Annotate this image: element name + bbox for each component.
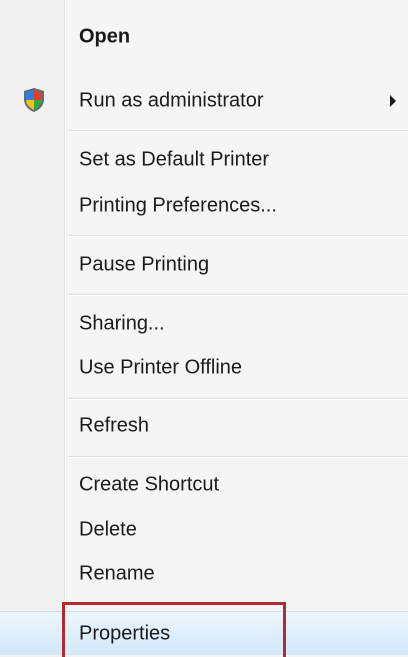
menu-item-label: Open <box>79 25 131 48</box>
menu-item-label: Set as Default Printer <box>79 148 270 171</box>
menu-item-printing-preferences[interactable]: Printing Preferences... <box>0 184 408 228</box>
menu-item-label: Delete <box>79 518 137 541</box>
menu-separator <box>68 398 408 400</box>
menu-item-label: Refresh <box>79 414 150 437</box>
menu-item-run-as-administrator[interactable]: Run as administrator <box>0 79 408 123</box>
submenu-arrow-icon <box>390 95 396 107</box>
menu-item-label: Use Printer Offline <box>79 356 243 379</box>
menu-separator <box>68 235 408 237</box>
menu-item-create-shortcut[interactable]: Create Shortcut <box>0 463 408 507</box>
menu-item-label: Create Shortcut <box>79 473 220 496</box>
menu-item-label: Pause Printing <box>79 253 210 276</box>
menu-item-use-printer-offline[interactable]: Use Printer Offline <box>0 346 408 390</box>
menu-item-label: Run as administrator <box>79 89 264 112</box>
menu-separator <box>68 130 408 132</box>
menu-item-rename[interactable]: Rename <box>0 552 408 596</box>
menu-item-delete[interactable]: Delete <box>0 508 408 552</box>
menu-item-label: Rename <box>79 562 155 585</box>
annotation-highlight-box <box>62 602 286 657</box>
menu-separator <box>68 294 408 296</box>
menu-item-open[interactable]: Open <box>0 15 408 59</box>
context-menu: Open Run as administrator Set as Default… <box>0 0 408 657</box>
menu-item-label: Sharing... <box>79 312 165 335</box>
menu-item-refresh[interactable]: Refresh <box>0 404 408 448</box>
menu-item-set-as-default-printer[interactable]: Set as Default Printer <box>0 138 408 182</box>
uac-shield-icon <box>24 88 44 112</box>
menu-separator <box>68 456 408 458</box>
menu-item-sharing[interactable]: Sharing... <box>0 302 408 346</box>
menu-item-pause-printing[interactable]: Pause Printing <box>0 243 408 287</box>
menu-item-label: Printing Preferences... <box>79 194 277 217</box>
